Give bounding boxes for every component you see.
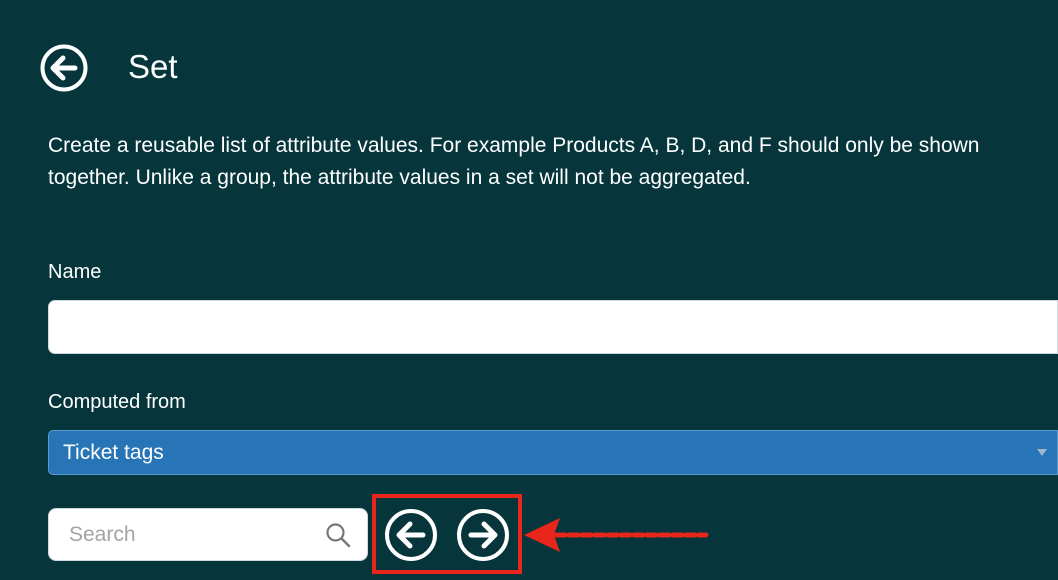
arrow-left-circle-icon xyxy=(50,55,78,81)
search-box[interactable] xyxy=(48,508,368,561)
name-label: Name xyxy=(48,261,102,283)
next-button[interactable] xyxy=(456,508,510,562)
search-input[interactable] xyxy=(67,521,321,548)
page-description: Create a reusable list of attribute valu… xyxy=(48,130,1058,194)
arrow-right-circle-icon xyxy=(468,521,498,549)
previous-button[interactable] xyxy=(384,508,438,562)
computed-from-select[interactable]: Ticket tags xyxy=(48,430,1058,475)
description-line-1: Create a reusable list of attribute valu… xyxy=(48,134,980,157)
arrow-left-circle-icon xyxy=(396,521,426,549)
computed-from-label: Computed from xyxy=(48,391,186,413)
page-header xyxy=(39,43,89,93)
page-title: Set xyxy=(128,48,178,85)
back-button[interactable] xyxy=(39,43,89,93)
search-icon[interactable] xyxy=(325,522,351,548)
name-input[interactable] xyxy=(48,300,1058,354)
computed-from-selected-value: Ticket tags xyxy=(63,440,164,464)
red-arrow-left-icon xyxy=(524,518,709,552)
chevron-down-icon xyxy=(1037,449,1047,456)
description-line-2: together. Unlike a group, the attribute … xyxy=(48,166,751,189)
